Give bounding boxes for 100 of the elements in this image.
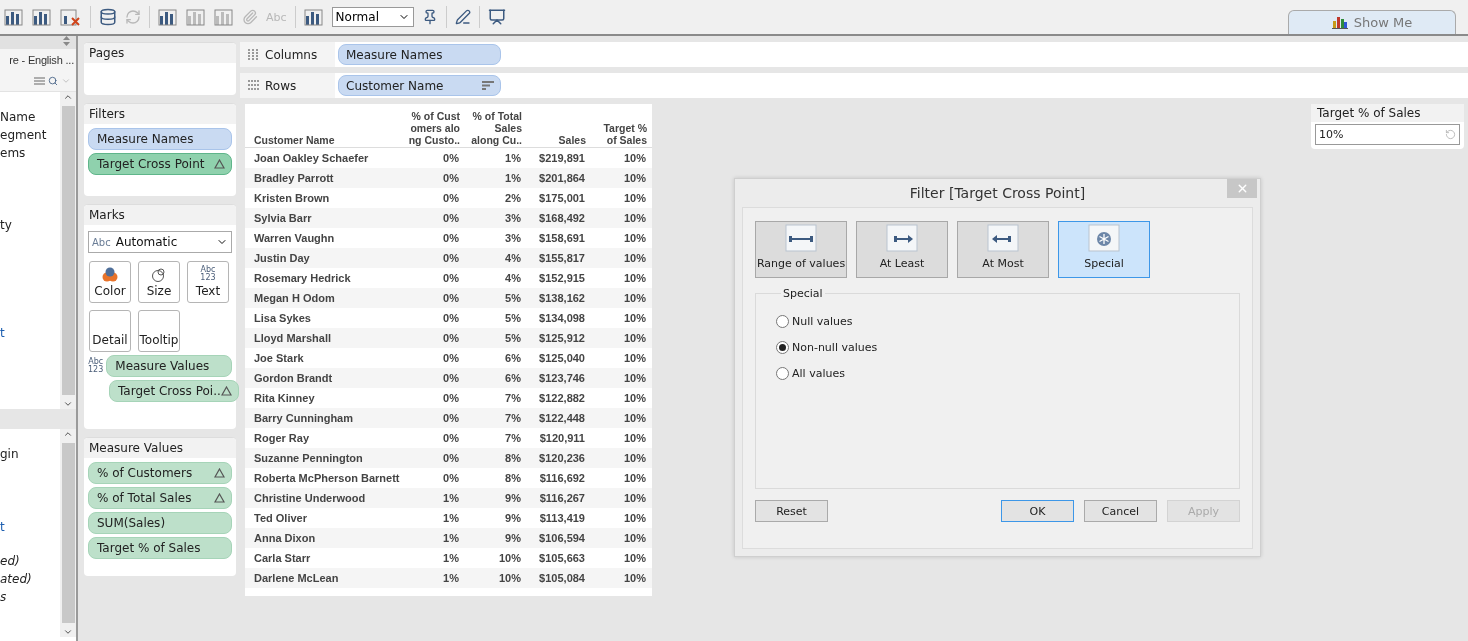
bar-chart-icon <box>1331 16 1348 29</box>
field-name[interactable]: ed) <box>0 554 60 572</box>
measure-pill[interactable]: % of Customers <box>88 462 232 484</box>
field-name[interactable]: t <box>0 520 60 538</box>
table-cell: 1% <box>465 168 527 188</box>
scroll-up-icon[interactable] <box>63 429 73 439</box>
mark-property-button[interactable]: Color <box>89 261 131 303</box>
row-header: Suzanne Pennington <box>245 448 405 468</box>
table-cell: $123,746 <box>527 368 591 388</box>
scroll-down-icon[interactable] <box>63 627 73 637</box>
marks-field-pill[interactable]: Measure Values <box>106 355 232 377</box>
table-cell: 5% <box>465 288 527 308</box>
field-name[interactable]: ty <box>0 218 60 236</box>
table-cell: 0% <box>405 328 465 348</box>
column-pill[interactable]: Measure Names <box>338 44 501 65</box>
data-source-name[interactable]: re - English ... <box>0 49 76 71</box>
measure-pill[interactable]: % of Total Sales <box>88 487 232 509</box>
field-name[interactable]: gin <box>0 447 60 465</box>
scrollbar[interactable] <box>60 429 76 637</box>
least-filter-icon <box>886 224 918 252</box>
field-name[interactable]: Name <box>0 110 60 128</box>
dialog-button[interactable]: Cancel <box>1084 500 1157 522</box>
most-filter-icon <box>987 224 1019 252</box>
marks-field-pill[interactable]: Target Cross Poi.. <box>109 380 239 402</box>
mark-property-button[interactable]: Size <box>138 261 180 303</box>
radio-button[interactable] <box>776 341 789 354</box>
table-cell: 9% <box>465 528 527 548</box>
filter-type-tab[interactable]: Range of values <box>755 221 847 278</box>
group-title: Special <box>782 287 824 300</box>
resize-icon[interactable] <box>63 36 70 46</box>
table-cell: 10% <box>591 488 652 508</box>
dialog-button[interactable]: Reset <box>755 500 828 522</box>
radio-button[interactable] <box>776 315 789 328</box>
table-cell: 0% <box>405 448 465 468</box>
search-icon[interactable] <box>48 76 58 86</box>
table-cell: 4% <box>465 248 527 268</box>
table-cell: 3% <box>465 208 527 228</box>
radio-option[interactable]: Non-null values <box>776 340 1239 355</box>
list-view-icon[interactable] <box>34 76 45 86</box>
shelf-label: Rows <box>265 78 297 93</box>
row-header: Lloyd Marshall <box>245 328 405 348</box>
field-name[interactable]: s <box>0 590 60 608</box>
row-header: Christine Underwood <box>245 488 405 508</box>
table-cell: $155,817 <box>527 248 591 268</box>
dialog-button[interactable]: OK <box>1001 500 1074 522</box>
table-cell: $201,864 <box>527 168 591 188</box>
table-cell: 0% <box>405 288 465 308</box>
filter-pill[interactable]: Target Cross Point <box>88 153 232 175</box>
filter-pill[interactable]: Measure Names <box>88 128 232 150</box>
show-me-tab[interactable]: Show Me <box>1288 10 1456 34</box>
scroll-down-icon[interactable] <box>63 399 73 409</box>
card-title: Filters <box>84 104 236 124</box>
measure-pill[interactable]: Target % of Sales <box>88 537 232 559</box>
radio-option[interactable]: All values <box>776 366 1239 381</box>
measure-pill[interactable]: SUM(Sales) <box>88 512 232 534</box>
radio-button[interactable] <box>776 367 789 380</box>
mark-type-select[interactable]: Abc Automatic <box>88 231 232 253</box>
parameter-input[interactable]: 10% <box>1315 124 1460 145</box>
table-cell: $120,236 <box>527 448 591 468</box>
row-header: Bradley Parrott <box>245 168 405 188</box>
size-circles-icon <box>151 267 167 282</box>
table-cell: 0% <box>405 208 465 228</box>
filter-type-tab[interactable]: At Most <box>957 221 1049 278</box>
field-name[interactable]: ems <box>0 146 60 164</box>
pen-icon[interactable] <box>454 9 471 25</box>
table-cell: 10% <box>591 288 652 308</box>
table-cell: 8% <box>465 448 527 468</box>
view-size-select[interactable]: Normal <box>331 7 414 27</box>
scrollbar[interactable] <box>60 92 76 409</box>
database-icon[interactable] <box>99 8 117 26</box>
table-cell: 10% <box>465 568 527 588</box>
radio-option[interactable]: Null values <box>776 314 1239 329</box>
table-cell: 10% <box>591 328 652 348</box>
shelf-label: Columns <box>265 47 318 62</box>
row-header: Megan H Odom <box>245 288 405 308</box>
table-cell: 0% <box>405 368 465 388</box>
pill-label: Target Cross Point <box>97 157 205 171</box>
clear-sheet-icon[interactable] <box>60 8 82 26</box>
filter-type-tab[interactable]: Special <box>1058 221 1150 278</box>
field-name[interactable]: egment <box>0 128 60 146</box>
row-header: Darlene McLean <box>245 568 405 588</box>
rows-icon <box>248 80 259 91</box>
mark-property-button[interactable]: Abc 123 Text <box>187 261 229 303</box>
presentation-icon[interactable] <box>487 8 506 26</box>
filter-type-tab[interactable]: At Least <box>856 221 948 278</box>
paperclip-icon[interactable] <box>242 9 258 25</box>
row-pill[interactable]: Customer Name <box>338 75 501 96</box>
table-cell: 10% <box>591 208 652 228</box>
columns-icon <box>248 49 259 60</box>
table-cell: $168,492 <box>527 208 591 228</box>
field-name[interactable]: t <box>0 326 60 344</box>
scroll-up-icon[interactable] <box>63 92 73 102</box>
field-name[interactable]: ated) <box>0 572 60 590</box>
table-cell: 10% <box>591 368 652 388</box>
card-title: Measure Values <box>84 438 236 458</box>
mark-property-button[interactable]: Tooltip <box>138 310 180 352</box>
mark-property-button[interactable]: Detail <box>89 310 131 352</box>
table-cell: 10% <box>591 528 652 548</box>
dialog-title: Filter [Target Cross Point] <box>909 185 1086 201</box>
text-mark-icon: Abc 123 <box>200 266 216 282</box>
